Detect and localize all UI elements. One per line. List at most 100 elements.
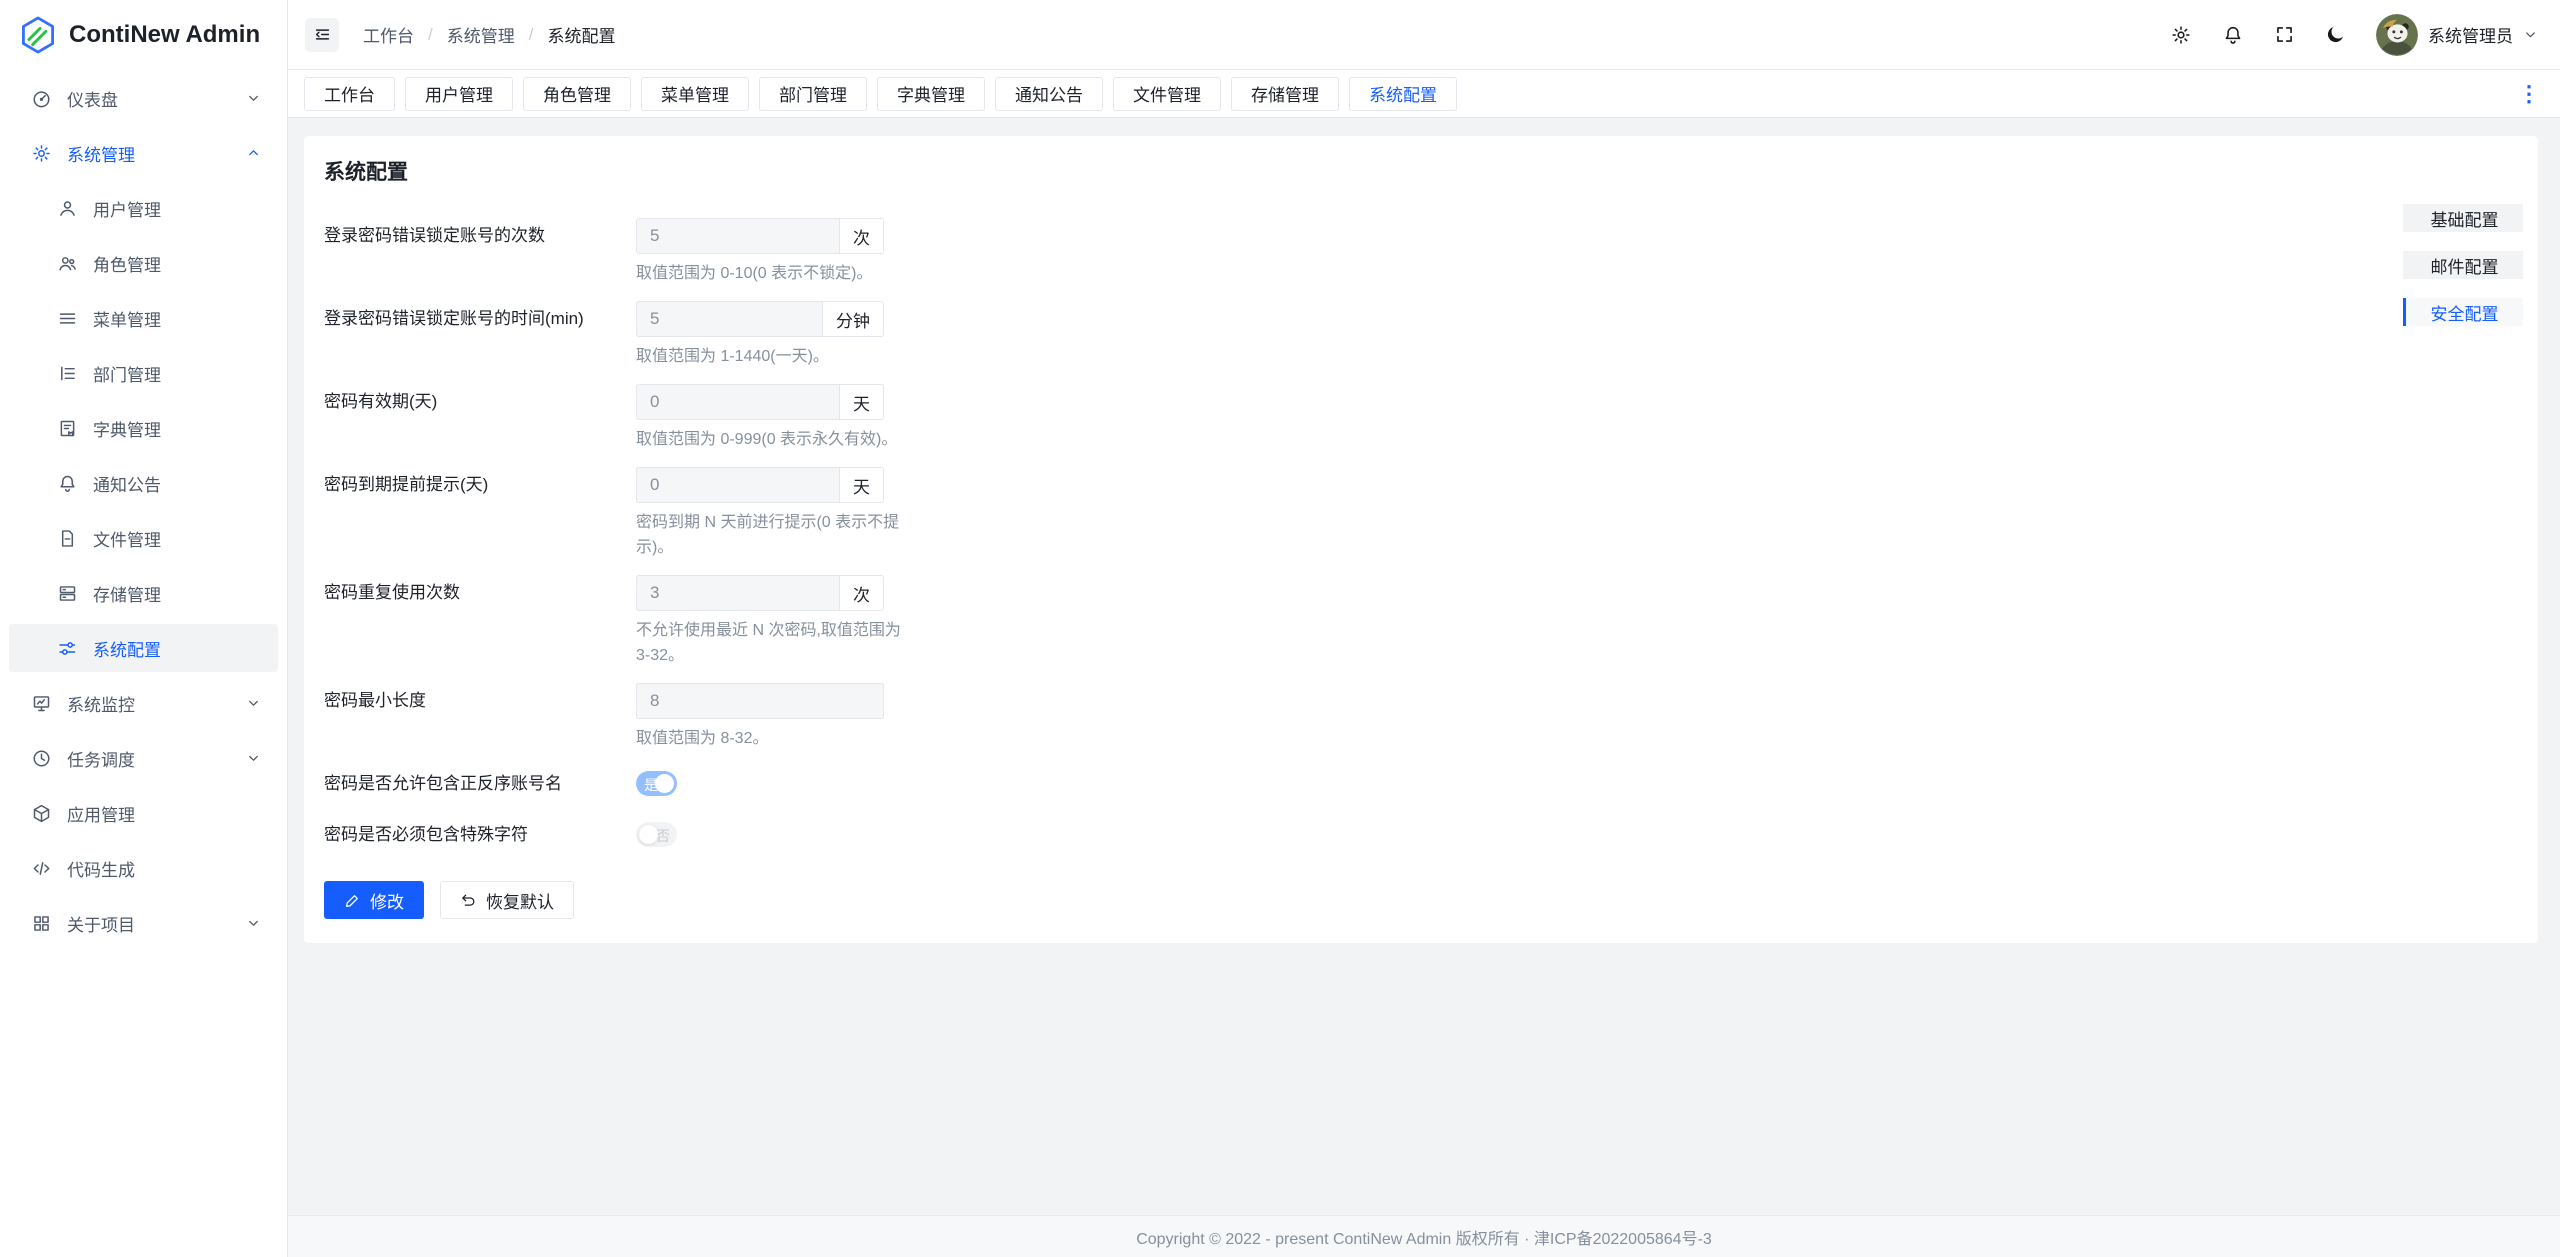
field-help: 密码到期 N 天前进行提示(0 表示不提示)。 xyxy=(636,510,916,560)
app-logo[interactable]: ContiNew Admin xyxy=(0,0,287,70)
anchor-security-config[interactable]: 安全配置 xyxy=(2403,298,2523,326)
users-icon xyxy=(57,253,78,274)
lock-count-input-group: 次 xyxy=(636,218,884,254)
sidebar-item-dashboard[interactable]: 仪表盘 xyxy=(9,74,278,122)
lock-count-input[interactable] xyxy=(637,219,839,253)
require-special-char-switch[interactable]: 否 xyxy=(636,822,677,847)
config-anchor-nav: 基础配置 邮件配置 安全配置 xyxy=(2403,204,2523,326)
tab-system-config[interactable]: 系统配置 xyxy=(1349,77,1457,111)
sidebar-item-app-management[interactable]: 应用管理 xyxy=(9,789,278,837)
grid-icon xyxy=(31,913,52,934)
input-unit: 分钟 xyxy=(822,302,883,336)
field-help: 不允许使用最近 N 次密码,取值范围为 3-32。 xyxy=(636,618,916,668)
page-tabbar: 工作台 用户管理 角色管理 菜单管理 部门管理 字典管理 通知公告 文件管理 存… xyxy=(288,70,2560,118)
sidebar-item-task-scheduler[interactable]: 任务调度 xyxy=(9,734,278,782)
sidebar-item-dictionary-management[interactable]: 字典管理 xyxy=(9,404,278,452)
chevron-down-icon xyxy=(246,91,261,106)
field-help: 取值范围为 1-1440(一天)。 xyxy=(636,344,916,369)
undo-icon xyxy=(460,892,477,909)
main-column: 工作台 / 系统管理 / 系统配置 xyxy=(288,0,2560,1257)
tab-department-management[interactable]: 部门管理 xyxy=(759,77,867,111)
input-unit: 天 xyxy=(839,385,883,419)
expiry-warning-input-group: 天 xyxy=(636,467,884,503)
sidebar-item-department-management[interactable]: 部门管理 xyxy=(9,349,278,397)
app-logo-icon xyxy=(18,15,58,55)
breadcrumb-item[interactable]: 工作台 xyxy=(363,22,414,47)
field-label: 密码是否必须包含特殊字符 xyxy=(324,817,636,853)
breadcrumb-item-current: 系统配置 xyxy=(547,22,615,47)
switch-knob xyxy=(655,774,674,793)
min-length-input-group xyxy=(636,683,884,719)
sidebar-item-system-management[interactable]: 系统管理 xyxy=(9,129,278,177)
field-label: 登录密码错误锁定账号的时间(min) xyxy=(324,301,636,369)
password-reuse-input-group: 次 xyxy=(636,575,884,611)
sidebar: ContiNew Admin 仪表盘 系统管理 xyxy=(0,0,288,1257)
tab-more-icon[interactable]: ⋮ xyxy=(2512,79,2546,109)
password-expiry-input[interactable] xyxy=(637,385,839,419)
sidebar-item-file-management[interactable]: 文件管理 xyxy=(9,514,278,562)
monitor-icon xyxy=(31,693,52,714)
input-unit: 次 xyxy=(839,219,883,253)
dictionary-icon xyxy=(57,418,78,439)
sidebar-item-storage-management[interactable]: 存储管理 xyxy=(9,569,278,617)
system-config-card: 系统配置 登录密码错误锁定账号的次数 次 取值范围为 0-10(0 表示不锁定)… xyxy=(304,136,2538,943)
user-icon xyxy=(57,198,78,219)
field-help: 取值范围为 8-32。 xyxy=(636,726,916,751)
tab-role-management[interactable]: 角色管理 xyxy=(523,77,631,111)
tab-workbench[interactable]: 工作台 xyxy=(304,77,395,111)
password-reuse-input[interactable] xyxy=(637,576,839,610)
copyright-text: Copyright © 2022 - present ContiNew Admi… xyxy=(1136,1225,1712,1249)
tree-list-icon xyxy=(57,363,78,384)
file-icon xyxy=(57,528,78,549)
dark-mode-button[interactable] xyxy=(2325,24,2346,45)
sidebar-item-role-management[interactable]: 角色管理 xyxy=(9,239,278,287)
gear-icon xyxy=(31,143,52,164)
password-expiry-input-group: 天 xyxy=(636,384,884,420)
breadcrumb-item[interactable]: 系统管理 xyxy=(447,22,515,47)
field-label: 登录密码错误锁定账号的次数 xyxy=(324,218,636,286)
edit-pencil-icon xyxy=(344,892,361,909)
user-menu[interactable]: 系统管理员 xyxy=(2376,14,2538,56)
main-content: 系统配置 登录密码错误锁定账号的次数 次 取值范围为 0-10(0 表示不锁定)… xyxy=(288,118,2560,1215)
tab-user-management[interactable]: 用户管理 xyxy=(405,77,513,111)
input-unit: 次 xyxy=(839,576,883,610)
sidebar-item-code-generator[interactable]: 代码生成 xyxy=(9,844,278,892)
tab-storage-management[interactable]: 存储管理 xyxy=(1231,77,1339,111)
breadcrumb: 工作台 / 系统管理 / 系统配置 xyxy=(363,22,615,47)
lock-time-input[interactable] xyxy=(637,302,822,336)
tab-menu-management[interactable]: 菜单管理 xyxy=(641,77,749,111)
avatar xyxy=(2376,14,2418,56)
sidebar-item-user-management[interactable]: 用户管理 xyxy=(9,184,278,232)
form-row: 密码重复使用次数 次 不允许使用最近 N 次密码,取值范围为 3-32。 xyxy=(324,575,2518,668)
form-row: 密码最小长度 取值范围为 8-32。 xyxy=(324,683,2518,751)
sidebar-collapse-button[interactable] xyxy=(305,18,339,52)
notifications-button[interactable] xyxy=(2222,24,2244,46)
tab-notice[interactable]: 通知公告 xyxy=(995,77,1103,111)
expiry-warning-input[interactable] xyxy=(637,468,839,502)
sidebar-item-notice[interactable]: 通知公告 xyxy=(9,459,278,507)
chevron-up-icon xyxy=(246,146,261,161)
anchor-basic-config[interactable]: 基础配置 xyxy=(2403,204,2523,232)
bell-icon xyxy=(57,473,78,494)
tab-file-management[interactable]: 文件管理 xyxy=(1113,77,1221,111)
form-row: 密码有效期(天) 天 取值范围为 0-999(0 表示永久有效)。 xyxy=(324,384,2518,452)
sidebar-item-system-config[interactable]: 系统配置 xyxy=(9,624,278,672)
page-title: 系统配置 xyxy=(324,156,2518,186)
storage-icon xyxy=(57,583,78,604)
save-button[interactable]: 修改 xyxy=(324,881,424,919)
restore-default-button[interactable]: 恢复默认 xyxy=(440,881,574,919)
dashboard-icon xyxy=(31,88,52,109)
tab-dictionary-management[interactable]: 字典管理 xyxy=(877,77,985,111)
form-row: 登录密码错误锁定账号的次数 次 取值范围为 0-10(0 表示不锁定)。 xyxy=(324,218,2518,286)
sidebar-item-system-monitor[interactable]: 系统监控 xyxy=(9,679,278,727)
settings-button[interactable] xyxy=(2170,24,2192,46)
user-name: 系统管理员 xyxy=(2428,22,2513,47)
allow-account-name-switch[interactable]: 是 xyxy=(636,771,677,796)
min-length-input[interactable] xyxy=(637,684,883,718)
sidebar-item-menu-management[interactable]: 菜单管理 xyxy=(9,294,278,342)
sidebar-item-about-project[interactable]: 关于项目 xyxy=(9,899,278,947)
form-row: 密码是否允许包含正反序账号名 是 xyxy=(324,766,2518,802)
cube-icon xyxy=(31,803,52,824)
fullscreen-button[interactable] xyxy=(2274,24,2295,45)
anchor-mail-config[interactable]: 邮件配置 xyxy=(2403,251,2523,279)
